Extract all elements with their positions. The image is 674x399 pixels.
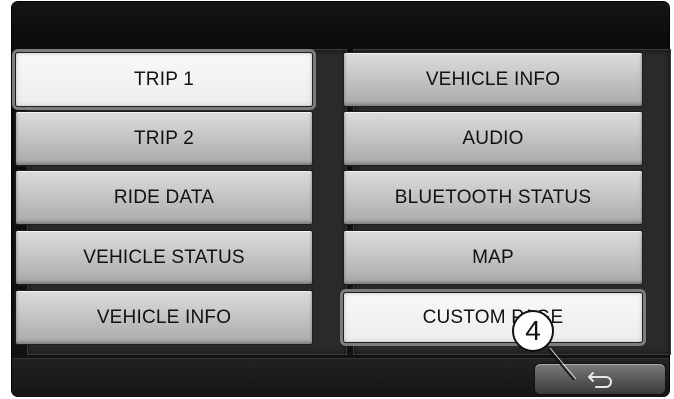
callout-label: 4 [512, 310, 554, 352]
menu-item-trip-2[interactable]: TRIP 2 [15, 111, 313, 166]
menu-item-map[interactable]: MAP [343, 230, 643, 285]
menu-item-custom-page[interactable]: CUSTOM PAGE [343, 292, 643, 343]
top-status-bar [12, 2, 669, 42]
menu-item-trip-1[interactable]: TRIP 1 [15, 52, 313, 107]
menu-item-bluetooth-status[interactable]: BLUETOOTH STATUS [343, 170, 643, 225]
menu-item-vehicle-info-left[interactable]: VEHICLE INFO [15, 290, 313, 345]
menu-item-ride-data[interactable]: RIDE DATA [15, 170, 313, 225]
menu-item-vehicle-info-right[interactable]: VEHICLE INFO [343, 52, 643, 107]
menu-item-audio[interactable]: AUDIO [343, 111, 643, 166]
return-arrow-icon [588, 372, 612, 388]
menu-item-vehicle-status[interactable]: VEHICLE STATUS [15, 230, 313, 285]
back-button[interactable] [534, 363, 666, 395]
